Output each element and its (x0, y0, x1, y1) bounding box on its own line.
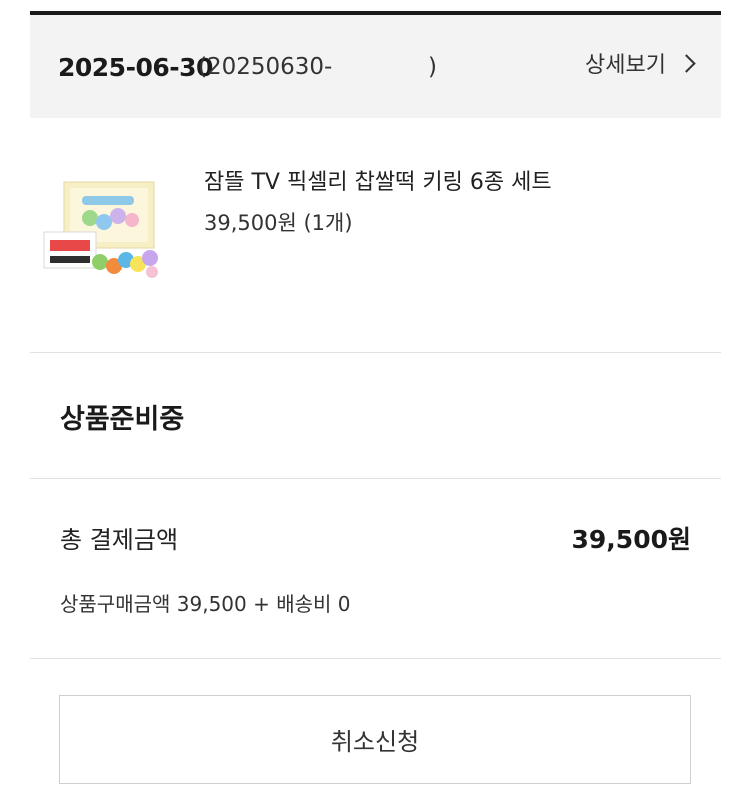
view-details-link[interactable]: 상세보기 (585, 47, 696, 79)
chevron-right-icon (677, 54, 696, 73)
product-name[interactable]: 잠뜰 TV 픽셀리 찹쌀떡 키링 6종 세트 (204, 164, 552, 196)
cancel-request-button[interactable]: 취소신청 (59, 695, 691, 784)
payment-section: 총 결제금액 39,500원 상품구매금액 39,500 + 배송비 0 (30, 478, 721, 659)
product-price: 39,500원 (1개) (204, 211, 353, 235)
order-status: 상품준비중 (60, 404, 185, 435)
payment-breakdown: 상품구매금액 39,500 + 배송비 0 (60, 592, 351, 616)
order-header: 2025-06-30 (20250630- ) 상세보기 (30, 15, 721, 118)
order-number: (20250630- (198, 54, 333, 80)
order-date: 2025-06-30 (58, 53, 213, 82)
order-status-section: 상품준비중 (30, 352, 721, 479)
total-payment-value: 39,500원 (571, 525, 691, 554)
product-row[interactable]: 잠뜰 TV 픽셀리 찹쌀떡 키링 6종 세트 39,500원 (1개) (30, 118, 721, 353)
view-details-label: 상세보기 (585, 53, 666, 78)
product-thumbnail[interactable] (42, 180, 160, 284)
order-card: 2025-06-30 (20250630- ) 상세보기 잠뜰 TV 픽셀리 찹… (30, 11, 721, 795)
total-payment-label: 총 결제금액 (60, 526, 179, 554)
order-number-close: ) (428, 54, 437, 80)
